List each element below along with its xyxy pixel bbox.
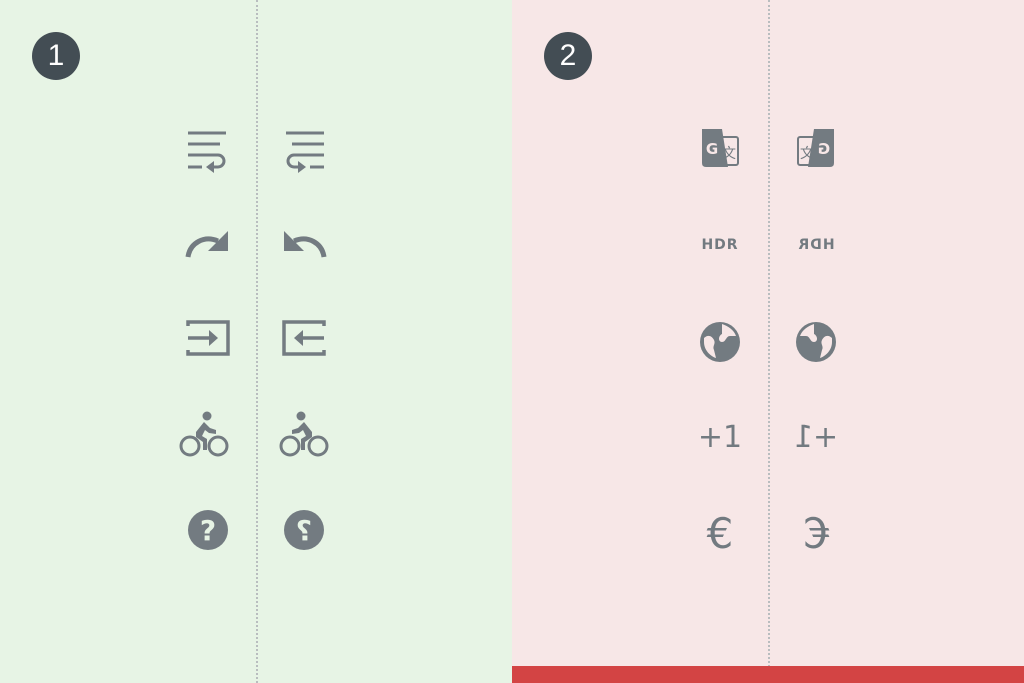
svg-text:?: ? (296, 514, 312, 547)
translate-icon: G 文 (692, 121, 748, 177)
globe-mirrored-icon (788, 314, 844, 370)
mirror-divider (256, 0, 258, 683)
euro-mirrored-icon: € (802, 508, 830, 558)
plus-one-mirrored-icon: +1 (793, 419, 839, 455)
panel-1: 1 ? ? (0, 0, 512, 683)
undo-icon (276, 215, 332, 271)
help-icon: ? (180, 502, 236, 558)
plus-one-icon: +1 (697, 419, 743, 455)
redo-icon (180, 215, 236, 271)
svg-text:文: 文 (800, 146, 814, 162)
mirror-divider (768, 0, 770, 683)
svg-text:?: ? (200, 514, 216, 547)
wrap-text-icon (180, 119, 236, 175)
wrap-text-mirrored-icon (276, 119, 332, 175)
panel-number-badge: 1 (32, 32, 80, 80)
help-mirrored-icon: ? (276, 502, 332, 558)
bike-mirrored-icon (276, 406, 332, 462)
bike-icon (176, 406, 232, 462)
translate-mirrored-icon: G 文 (788, 121, 844, 177)
input-icon (180, 310, 236, 366)
euro-icon: € (706, 508, 734, 558)
hdr-mirrored-icon: HDR (797, 237, 835, 253)
input-mirrored-icon (276, 310, 332, 366)
panel-number-badge: 2 (544, 32, 592, 80)
svg-text:文: 文 (722, 146, 736, 162)
hdr-icon: HDR (701, 237, 739, 253)
svg-text:G: G (706, 140, 718, 158)
svg-text:G: G (818, 140, 830, 158)
error-accent-bar (512, 666, 1024, 683)
globe-icon (692, 314, 748, 370)
panel-2: 2 G 文 G 文 HDR HDR +1 +1 € € (512, 0, 1024, 683)
